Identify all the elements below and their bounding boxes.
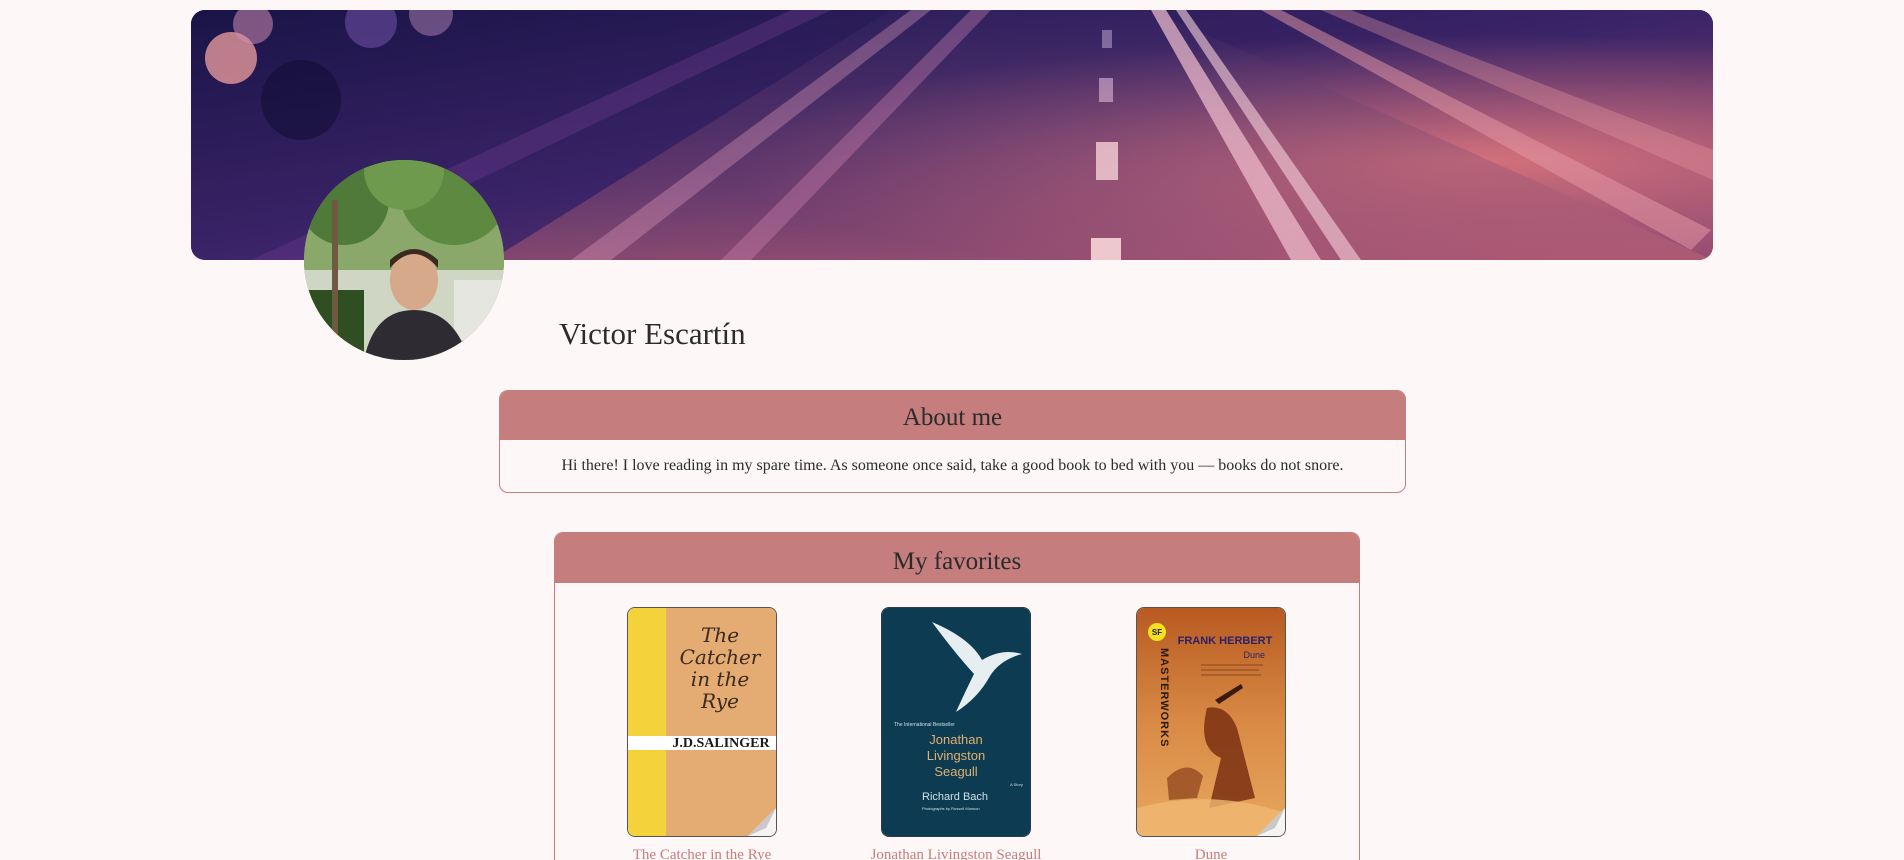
book-link-jonathan-livingston-seagull[interactable]: Jonathan Livingston Seagull (871, 847, 1042, 860)
favorite-book[interactable]: The International Bestseller Jonathan Li… (871, 607, 1041, 860)
cover-tagline: The International Bestseller (894, 722, 955, 728)
cover-title-line-1: Dune (1243, 650, 1265, 660)
page-curl-icon (748, 808, 776, 836)
cover-badge: A Story (1010, 782, 1023, 787)
profile-name: Victor Escartín (559, 316, 746, 351)
about-me-panel: About me Hi there! I love reading in my … (499, 390, 1406, 493)
about-me-text: Hi there! I love reading in my spare tim… (561, 457, 1344, 474)
book-cover-catcher-in-the-rye[interactable]: The Catcher in the Rye J.D.SALINGER (627, 607, 777, 837)
cover-series: MASTERWORKS (1158, 648, 1170, 747)
page-curl-icon (1257, 808, 1285, 836)
book-link-catcher-in-the-rye[interactable]: The Catcher in the Rye (633, 847, 772, 860)
cover-author: FRANK HERBERT (1178, 635, 1273, 647)
cover-title-line-1: Jonathan (929, 732, 983, 747)
cover-author: Richard Bach (922, 791, 988, 803)
favorite-book[interactable]: SF MASTERWORKS FRANK HERBERT Dune Dune (1136, 607, 1286, 860)
book-cover-jonathan-livingston-seagull[interactable]: The International Bestseller Jonathan Li… (881, 607, 1031, 837)
cover-author: J.D.SALINGER (672, 736, 770, 751)
cover-title-line-3: in the (691, 667, 749, 691)
cover-credit: Photographs by Russell Munson (922, 806, 980, 811)
cover-title-line-3: Seagull (934, 764, 977, 779)
book-cover-dune[interactable]: SF MASTERWORKS FRANK HERBERT Dune (1136, 607, 1286, 837)
favorites-heading: My favorites (555, 533, 1359, 583)
favorite-book[interactable]: The Catcher in the Rye J.D.SALINGER The … (627, 607, 777, 860)
about-me-heading: About me (500, 391, 1405, 440)
cover-title-line-1: The (701, 623, 739, 647)
cover-badge: SF (1152, 628, 1162, 637)
profile-avatar (304, 160, 504, 360)
cover-title-line-2: Livingston (927, 748, 986, 763)
cover-title-line-2: Catcher (680, 645, 762, 669)
cover-title-line-4: Rye (700, 689, 739, 713)
book-link-dune[interactable]: Dune (1195, 847, 1228, 860)
profile-page: Victor Escartín About me Hi there! I lov… (0, 0, 1904, 860)
